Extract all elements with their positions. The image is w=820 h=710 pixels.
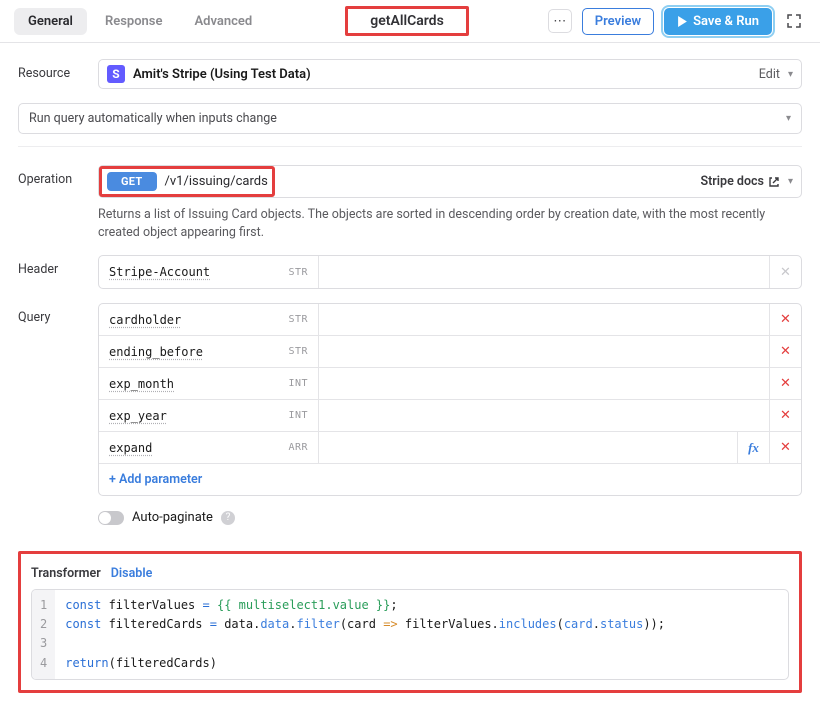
chevron-down-icon: ▾ [786,113,791,124]
remove-param-button[interactable]: ✕ [769,400,801,431]
disable-transformer-link[interactable]: Disable [111,566,153,581]
transformer-section: Transformer Disable 1234 const filterVal… [18,551,802,693]
param-input-cardholder[interactable] [319,304,769,335]
param-input-expand[interactable] [319,432,737,463]
auto-paginate-toggle[interactable] [98,511,124,525]
stripe-icon: S [107,65,125,83]
http-method: GET [107,172,157,191]
add-parameter-button[interactable]: + Add parameter [99,464,801,495]
param-row-exp-month: exp_monthINT ✕ [99,368,801,400]
run-mode-select[interactable]: Run query automatically when inputs chan… [18,103,802,134]
expand-button[interactable] [782,9,806,33]
param-row-ending-before: ending_beforeSTR ✕ [99,336,801,368]
stripe-docs-link[interactable]: Stripe docs [700,174,780,189]
chevron-down-icon: ▾ [788,176,793,187]
param-row-cardholder: cardholderSTR ✕ [99,304,801,336]
query-name[interactable]: getAllCards [345,6,468,36]
remove-param-button[interactable]: ✕ [769,304,801,335]
operation-description: Returns a list of Issuing Card objects. … [98,206,802,241]
operation-select[interactable]: GET /v1/issuing/cards [99,166,275,197]
auto-paginate-label: Auto-paginate [132,510,213,525]
endpoint-path: /v1/issuing/cards [165,174,268,189]
preview-button[interactable]: Preview [582,8,654,35]
tab-response[interactable]: Response [91,8,177,35]
resource-label: Resource [18,59,98,81]
tab-group: General Response Advanced [14,8,266,35]
external-link-icon [768,176,780,188]
param-row-expand: expandARR fx ✕ [99,432,801,464]
save-run-button[interactable]: Save & Run [664,8,772,35]
help-icon[interactable]: ? [221,511,235,525]
tab-general[interactable]: General [14,8,87,35]
remove-param-button[interactable]: ✕ [769,336,801,367]
play-icon [677,16,688,27]
param-input-exp-year[interactable] [319,400,769,431]
transformer-code-editor[interactable]: 1234 const filterValues = {{ multiselect… [31,589,789,680]
header-value-input[interactable] [319,256,769,288]
expand-icon [787,14,801,28]
more-options-button[interactable]: ⋯ [548,9,572,33]
ellipsis-icon: ⋯ [553,14,566,29]
edit-resource-link[interactable]: Edit [759,67,780,82]
tab-advanced[interactable]: Advanced [181,8,267,35]
query-label: Query [18,303,98,325]
operation-label: Operation [18,165,98,187]
param-input-ending-before[interactable] [319,336,769,367]
header-label: Header [18,255,98,277]
remove-header-button[interactable]: ✕ [769,256,801,288]
resource-select[interactable]: S Amit's Stripe (Using Test Data) Edit ▾ [98,59,802,89]
fx-button[interactable]: fx [737,432,769,463]
chevron-down-icon: ▾ [788,69,793,80]
remove-param-button[interactable]: ✕ [769,432,801,463]
remove-param-button[interactable]: ✕ [769,368,801,399]
param-row-exp-year: exp_yearINT ✕ [99,400,801,432]
param-input-exp-month[interactable] [319,368,769,399]
transformer-label: Transformer [31,566,101,581]
query-params-table: cardholderSTR ✕ ending_beforeSTR ✕ exp_m… [98,303,802,496]
resource-name: Amit's Stripe (Using Test Data) [133,67,751,82]
header-param-row: Stripe-AccountSTR ✕ [99,256,801,288]
